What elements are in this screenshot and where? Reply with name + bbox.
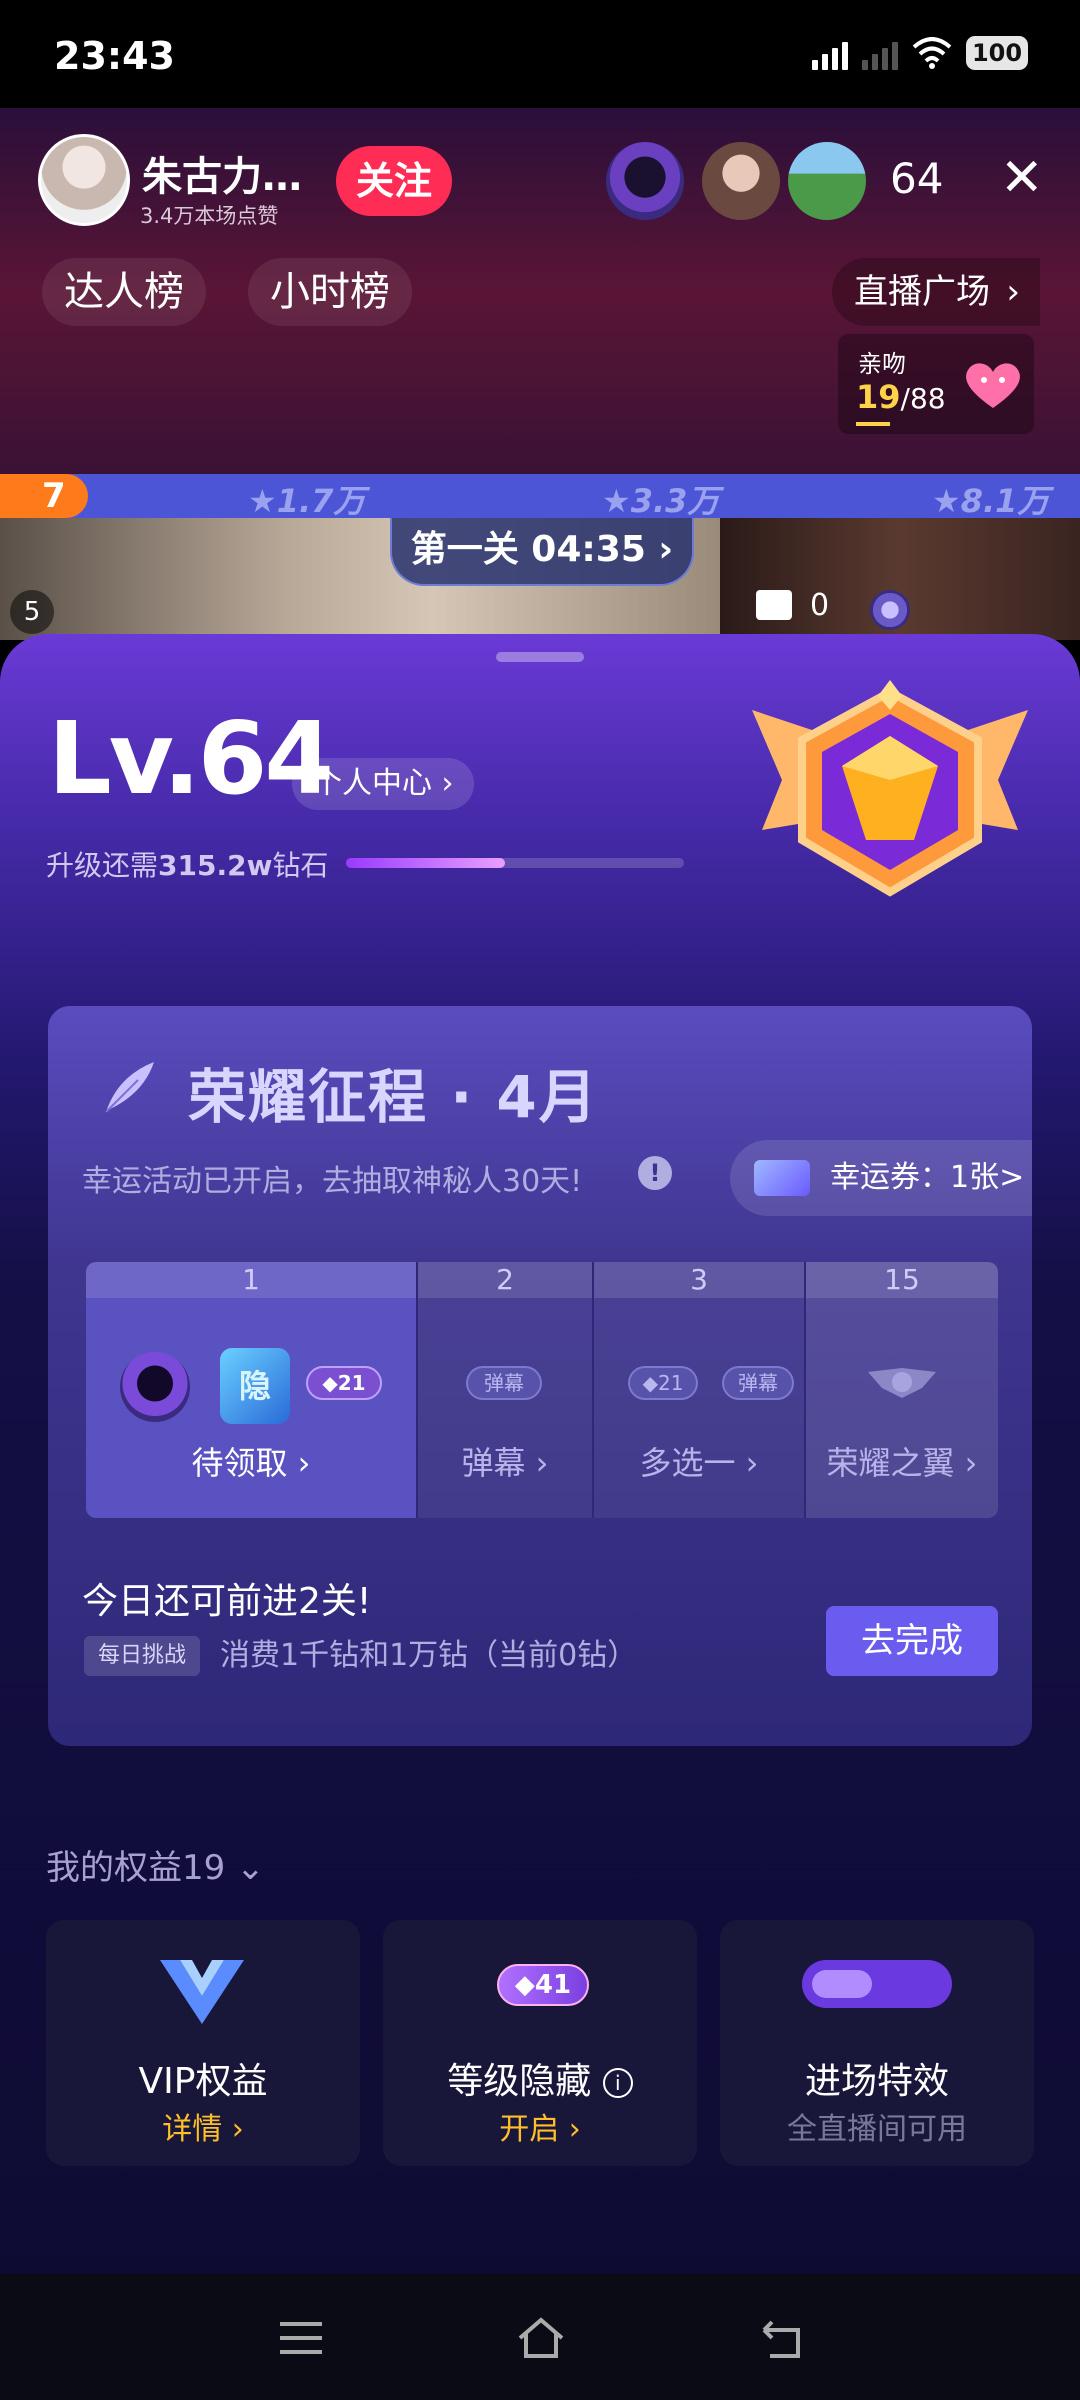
- tab-talent-rank[interactable]: 达人榜: [42, 258, 206, 326]
- my-rights-label: 我的权益19: [46, 1848, 226, 1888]
- gift-count: 0: [810, 588, 830, 623]
- my-rights-header[interactable]: 我的权益19 ⌄: [46, 1840, 265, 1889]
- wings-icon: [868, 1368, 936, 1398]
- glory-card: 荣耀征程 · 4月 幸运活动已开启，去抽取神秘人30天! ! 幸运券：1张> 1…: [48, 1006, 1032, 1746]
- level-chip: ◆21: [628, 1366, 698, 1400]
- stage-item[interactable]: 1 隐 ◆21 待领取 ›: [86, 1262, 418, 1518]
- chevron-right-icon: ›: [1006, 272, 1020, 312]
- home-icon[interactable]: [516, 2316, 566, 2360]
- kiss-label: 亲吻: [858, 350, 906, 378]
- go-complete-button[interactable]: 去完成: [826, 1606, 998, 1676]
- glory-description: 幸运活动已开启，去抽取神秘人30天!: [82, 1164, 583, 1199]
- host-name[interactable]: 朱古力…: [142, 144, 302, 202]
- pk-value: ★8.1万: [932, 482, 1050, 520]
- signal-2-icon: [862, 36, 898, 70]
- diamond-medal-icon: [752, 680, 1028, 897]
- card-title: VIP权益: [138, 2061, 268, 2102]
- stage-timer[interactable]: 第一关 04:35 ›: [390, 518, 694, 586]
- stage-label: 弹幕 ›: [461, 1444, 549, 1482]
- video-strip: 第一关 04:35 › 5 0: [0, 518, 1080, 640]
- level-41-badge: ◆41: [497, 1964, 589, 2006]
- status-bar: 23:43 100: [0, 0, 1080, 108]
- stage-label: 荣耀之翼 ›: [826, 1444, 978, 1482]
- close-icon[interactable]: ✕: [1000, 152, 1044, 204]
- status-icons: 100: [812, 36, 1028, 70]
- entry-effect-card[interactable]: 进场特效 全直播间可用: [720, 1920, 1034, 2166]
- level-sheet: Lv.64 个人中心 › 升级还需315.2w钻石 荣耀征程 · 4月 幸运活动…: [0, 634, 1080, 2274]
- stage-number: 1: [86, 1262, 416, 1298]
- pk-value: ★1.7万: [248, 482, 366, 520]
- viewer-avatar[interactable]: [606, 142, 684, 220]
- daily-challenge-tag: 每日挑战: [84, 1636, 201, 1676]
- signal-icon: [812, 36, 848, 70]
- stage-item[interactable]: 3 ◆21 弹幕 多选一 ›: [594, 1262, 806, 1518]
- kiss-total: /88: [900, 382, 946, 415]
- level-badge-icon[interactable]: [870, 590, 910, 630]
- follow-button[interactable]: 关注: [336, 146, 452, 216]
- host-avatar[interactable]: [38, 134, 130, 226]
- stage-number: 15: [806, 1262, 998, 1298]
- stage-number: 2: [418, 1262, 592, 1298]
- card-title: 等级隐藏 i: [383, 2052, 697, 2104]
- stage-item[interactable]: 15 荣耀之翼 ›: [806, 1262, 998, 1518]
- glory-title: 荣耀征程 · 4月: [188, 1063, 599, 1131]
- danmu-chip: 弹幕: [466, 1366, 542, 1400]
- wifi-icon: [912, 37, 952, 69]
- pk-progress-bar: 7 ★1.7万 ★3.3万 ★8.1万: [0, 474, 1080, 520]
- back-icon[interactable]: [756, 2316, 806, 2360]
- heart-icon: [966, 363, 1020, 408]
- pk-rank: 7: [0, 474, 88, 518]
- level-hide-card[interactable]: ◆41 等级隐藏 i 开启 ›: [383, 1920, 697, 2166]
- stage-track: 1 隐 ◆21 待领取 › 2 弹幕 弹幕 › 3 ◆21 弹幕 多选一 › 1…: [86, 1262, 998, 1518]
- info-icon[interactable]: i: [602, 2068, 633, 2098]
- viewer-avatar[interactable]: [702, 142, 780, 220]
- upgrade-text: 升级还需315.2w钻石: [46, 849, 329, 882]
- daily-challenge-text: 消费1千钻和1万钻（当前0钻）: [220, 1638, 638, 1673]
- chevron-down-icon: ⌄: [236, 1848, 265, 1888]
- status-time: 23:43: [54, 34, 175, 78]
- kiss-progress-bar: [856, 422, 890, 426]
- kiss-progress: 19/88: [856, 378, 946, 416]
- pk-value: ★3.3万: [602, 482, 720, 520]
- battery-icon: 100: [966, 36, 1028, 70]
- today-progress-text: 今日还可前进2关!: [82, 1581, 372, 1622]
- viewer-count[interactable]: 64: [890, 154, 943, 203]
- level-progress-fill: [346, 858, 505, 868]
- live-plaza-label: 直播广场: [854, 272, 990, 312]
- drag-handle[interactable]: [496, 652, 584, 662]
- tab-hour-rank[interactable]: 小时榜: [248, 258, 412, 326]
- vip-v-icon: [160, 1960, 244, 2024]
- entry-effect-toggle[interactable]: [802, 1960, 952, 2008]
- stage-label: 待领取 ›: [191, 1444, 311, 1482]
- stage-number: 3: [594, 1262, 804, 1298]
- stage-label: 多选一 ›: [639, 1444, 759, 1482]
- card-subtitle: 全直播间可用: [787, 2112, 967, 2147]
- card-subtitle: 详情 ›: [162, 2112, 244, 2147]
- level-title: Lv.64: [48, 700, 334, 817]
- card-title: 进场特效: [804, 2061, 949, 2102]
- stage-item[interactable]: 2 弹幕 弹幕 ›: [418, 1262, 594, 1518]
- mystery-avatar-icon: [120, 1352, 190, 1422]
- lucky-ticket-label: 幸运券：1张>: [830, 1160, 1025, 1195]
- kiss-task-box[interactable]: 亲吻 19/88: [838, 334, 1034, 434]
- card-subtitle: 开启 ›: [499, 2112, 581, 2147]
- position-badge: 5: [10, 590, 54, 634]
- menu-icon[interactable]: [276, 2316, 326, 2360]
- danmu-chip: 弹幕: [722, 1366, 794, 1400]
- host-likes: 3.4万本场点赞: [140, 204, 279, 228]
- feather-icon: [105, 1062, 154, 1113]
- level-chip: ◆21: [306, 1366, 382, 1400]
- kiss-current: 19: [856, 378, 901, 416]
- vip-rights-card[interactable]: VIP权益 详情 ›: [46, 1920, 360, 2166]
- info-icon[interactable]: !: [638, 1156, 672, 1190]
- lucky-ticket-button[interactable]: 幸运券：1张>: [730, 1140, 1032, 1216]
- hidden-badge-icon: 隐: [220, 1348, 290, 1424]
- gift-icon[interactable]: [756, 590, 792, 620]
- level-progress-bar: [346, 858, 684, 868]
- system-nav-bar: [0, 2274, 1080, 2400]
- live-plaza-button[interactable]: 直播广场 ›: [832, 258, 1040, 326]
- ticket-icon: [754, 1160, 810, 1196]
- personal-center-button[interactable]: 个人中心 ›: [292, 758, 474, 810]
- viewer-avatar[interactable]: [788, 142, 866, 220]
